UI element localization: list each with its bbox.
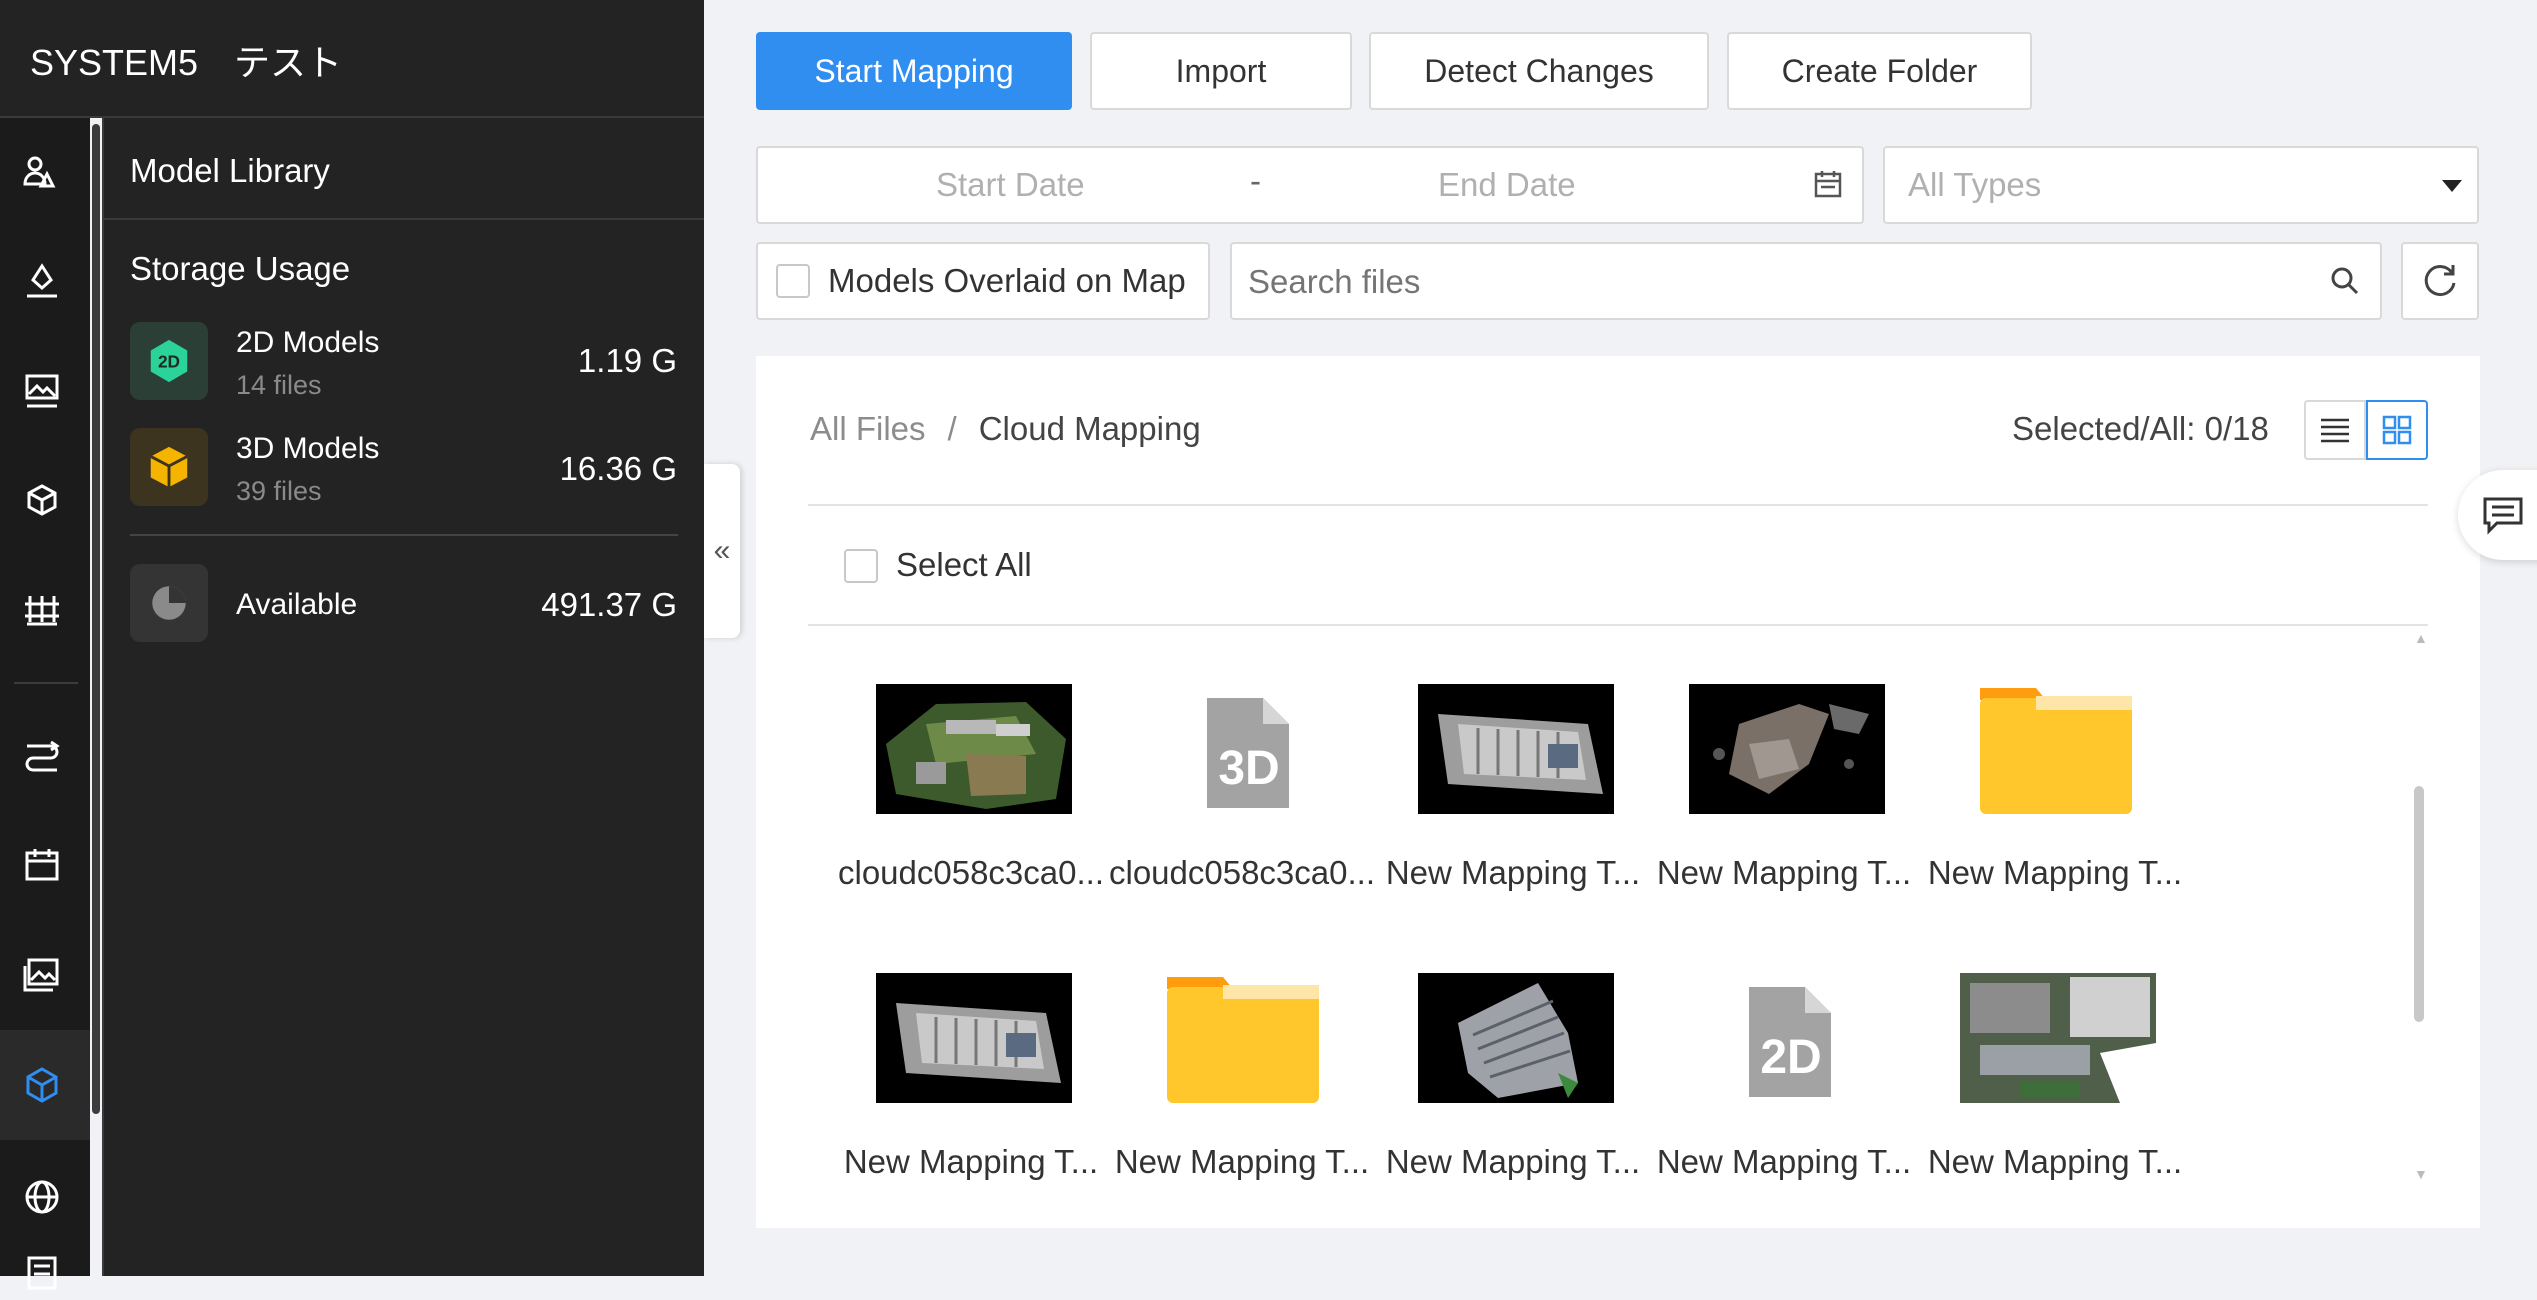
file-label: New Mapping T... [1385, 854, 1641, 891]
file-tile[interactable]: New Mapping T... [1107, 973, 1369, 1193]
file-label: New Mapping T... [843, 1143, 1099, 1180]
date-separator: - [1250, 162, 1261, 199]
fence-icon[interactable] [15, 582, 69, 636]
point-cloud-thumbnail [1689, 684, 1885, 814]
breadcrumb: All Files / Cloud Mapping [810, 410, 1201, 448]
3d-model-icon [130, 428, 208, 506]
model-library-panel [102, 118, 704, 1276]
file-tile[interactable]: New Mapping T... [1920, 684, 2182, 904]
grid-view-button[interactable] [2366, 400, 2428, 460]
document-icon[interactable] [15, 1246, 69, 1300]
chat-icon [2483, 497, 2523, 535]
roof-thumbnail [1418, 973, 1614, 1103]
create-folder-button[interactable]: Create Folder [1727, 32, 2032, 110]
file-tile[interactable]: cloudc058c3ca0... [836, 684, 1104, 904]
aerial-thumbnail [1960, 973, 2156, 1103]
import-button[interactable]: Import [1090, 32, 1352, 110]
list-icon [2321, 418, 2349, 443]
file-label: New Mapping T... [1385, 1143, 1641, 1180]
file-label: New Mapping T... [1927, 1143, 2183, 1180]
scroll-up-icon[interactable]: ▲ [2414, 630, 2428, 646]
route-icon[interactable] [15, 730, 69, 784]
refresh-button[interactable] [2401, 242, 2479, 320]
search-icon[interactable] [2328, 264, 2362, 303]
models-overlay-checkbox[interactable] [776, 264, 810, 298]
content-scrollbar[interactable] [2414, 786, 2424, 1022]
header-divider [808, 504, 2428, 506]
file-tile[interactable]: 3D cloudc058c3ca0... [1107, 684, 1375, 904]
chevron-down-icon [2440, 178, 2464, 199]
gallery-icon[interactable] [15, 948, 69, 1002]
file-tile[interactable]: New Mapping T... [1378, 684, 1640, 904]
orthophoto-thumbnail [876, 973, 1072, 1103]
file-label: cloudc058c3ca0... [837, 854, 1104, 891]
folder-icon [1167, 977, 1319, 1103]
start-mapping-button[interactable]: Start Mapping [756, 32, 1072, 110]
calendar-icon[interactable] [1812, 168, 1844, 205]
storage-usage-title: Storage Usage [130, 250, 351, 287]
model-icon[interactable] [15, 474, 69, 528]
file-label: cloudc058c3ca0... [1108, 854, 1375, 891]
orthophoto-thumbnail [1418, 684, 1614, 814]
file-tile[interactable]: 2D New Mapping T... [1649, 973, 1911, 1193]
file-label: New Mapping T... [1927, 854, 2183, 891]
waypoint-icon[interactable] [15, 254, 69, 308]
storage-3d-name: 3D Models [236, 432, 380, 465]
calendar-icon[interactable] [15, 838, 69, 892]
collapse-panel-button[interactable]: « [704, 464, 740, 638]
grid-icon [2382, 415, 2412, 445]
select-all-checkbox[interactable] [844, 549, 878, 583]
storage-available-size: 491.37 G [541, 586, 677, 623]
cube-icon[interactable] [15, 1058, 69, 1112]
storage-divider [130, 534, 678, 536]
panel-divider [102, 218, 704, 220]
models-overlay-label: Models Overlaid on Map [828, 262, 1186, 299]
select-all-divider [808, 624, 2428, 626]
storage-2d-count: 14 files [236, 370, 322, 400]
app-title: SYSTEM5 テスト [30, 42, 343, 83]
rail-divider [14, 682, 78, 684]
end-date-input[interactable]: End Date [1438, 166, 1576, 204]
panel-title: Model Library [130, 152, 330, 189]
2d-model-icon: 2D [130, 322, 208, 400]
search-input[interactable] [1246, 252, 2300, 312]
folder-icon [1980, 688, 2132, 814]
scroll-down-icon[interactable]: ▼ [2414, 1166, 2428, 1182]
globe-icon[interactable] [15, 1170, 69, 1224]
svg-text:3D: 3D [1218, 742, 1279, 795]
3d-file-icon: 3D [1207, 698, 1289, 808]
selection-count: Selected/All: 0/18 [2012, 410, 2269, 447]
storage-3d-size: 16.36 G [559, 450, 677, 487]
file-label: New Mapping T... [1656, 854, 1912, 891]
file-tile[interactable]: New Mapping T... [1378, 973, 1640, 1193]
map-icon[interactable] [15, 364, 69, 418]
file-label: New Mapping T... [1114, 1143, 1370, 1180]
storage-2d-name: 2D Models [236, 326, 380, 359]
storage-2d-size: 1.19 G [577, 342, 677, 379]
storage-available-name: Available [236, 588, 358, 621]
3d-model-thumbnail [876, 684, 1072, 814]
file-tile[interactable]: New Mapping T... [836, 973, 1098, 1193]
storage-3d-count: 39 files [236, 476, 322, 506]
breadcrumb-root[interactable]: All Files [810, 410, 926, 447]
breadcrumb-current: Cloud Mapping [978, 410, 1201, 447]
file-tile[interactable]: New Mapping T... [1920, 973, 2182, 1193]
rail-scrollbar[interactable] [92, 124, 100, 1114]
start-date-input[interactable]: Start Date [936, 166, 1085, 204]
select-all-label: Select All [896, 546, 1032, 583]
refresh-icon [2424, 265, 2456, 297]
2d-file-icon: 2D [1749, 987, 1831, 1097]
team-icon[interactable] [15, 146, 69, 200]
list-view-button[interactable] [2304, 400, 2366, 460]
file-label: New Mapping T... [1656, 1143, 1912, 1180]
collapse-icon: « [713, 534, 731, 567]
breadcrumb-separator: / [947, 410, 957, 447]
type-select-value: All Types [1908, 166, 2042, 203]
pie-chart-icon [130, 564, 208, 642]
svg-text:2D: 2D [1760, 1031, 1821, 1084]
svg-text:2D: 2D [158, 352, 180, 372]
detect-changes-button[interactable]: Detect Changes [1369, 32, 1709, 110]
date-range-picker[interactable] [756, 146, 1864, 224]
file-tile[interactable]: New Mapping T... [1649, 684, 1911, 904]
